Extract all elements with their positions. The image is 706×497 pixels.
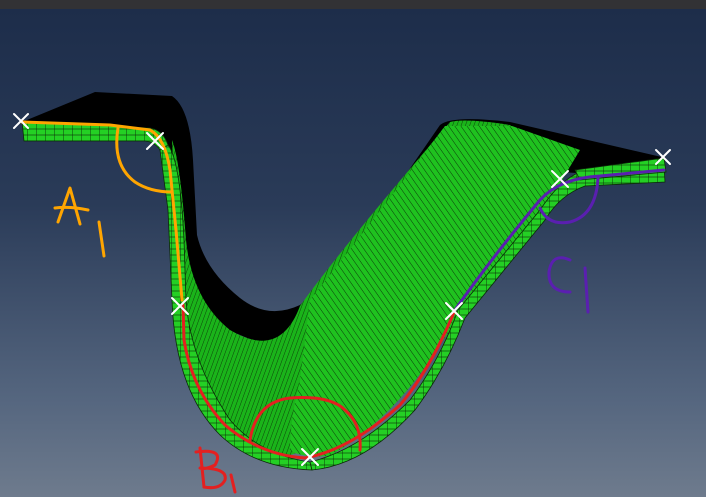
model-viewport[interactable]: A1 B1 C1 (0, 9, 706, 497)
part-right-flank (290, 126, 580, 457)
abaqus-viewer-window: A1 B1 C1 (0, 0, 706, 497)
window-top-bar (0, 0, 706, 9)
section-a-path (20, 120, 184, 302)
viewport-canvas[interactable]: A1 B1 C1 (0, 9, 706, 497)
